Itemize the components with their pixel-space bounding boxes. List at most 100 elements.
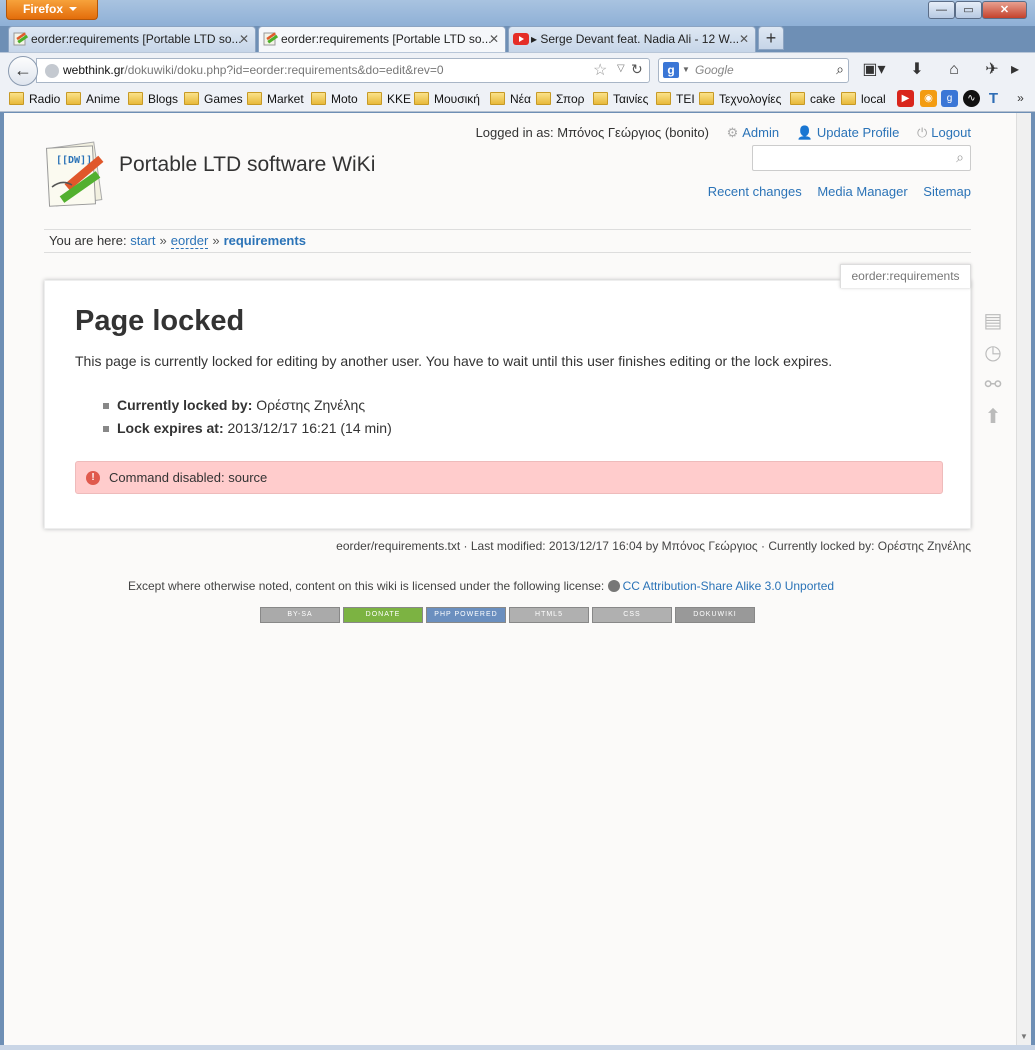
tab-title: ▸ Serge Devant feat. Nadia Ali - 12 W... xyxy=(531,32,740,46)
search-bar[interactable]: g ▼ Google ⌕ xyxy=(658,58,849,83)
backlinks-icon[interactable]: ⚯ xyxy=(982,373,1004,397)
bookmark-moto[interactable]: Moto xyxy=(311,90,358,108)
folder-icon xyxy=(66,92,81,105)
tab-eorder-requirements-1[interactable]: eorder:requirements [Portable LTD so... … xyxy=(8,26,256,52)
bookmark-tainies[interactable]: Ταινίες xyxy=(593,90,648,108)
media-manager-link[interactable]: Media Manager xyxy=(817,184,907,199)
dokuwiki-logo[interactable]: [[DW]] xyxy=(42,139,114,209)
breadcrumb-current[interactable]: requirements xyxy=(224,233,306,248)
bookmark-local[interactable]: local xyxy=(841,90,886,108)
bookmark-tei[interactable]: TEI xyxy=(656,90,695,108)
new-tab-button[interactable]: + xyxy=(758,26,784,50)
css-badge[interactable]: CSS xyxy=(592,607,672,623)
dokuwiki-favicon-icon xyxy=(263,32,279,46)
url-text[interactable]: webthink.gr/dokuwiki/doku.php?id=eorder:… xyxy=(63,59,444,82)
bookmark-kke[interactable]: KKE xyxy=(367,90,411,108)
logout-link[interactable]: ⏻ Logout xyxy=(917,125,971,140)
downloads-icon[interactable]: ⬇ xyxy=(905,59,929,81)
recent-changes-link[interactable]: Recent changes xyxy=(708,184,802,199)
search-engine-dropdown-icon[interactable]: ▼ xyxy=(682,65,690,74)
tab-close-icon[interactable]: ✕ xyxy=(239,27,249,51)
tab-title: eorder:requirements [Portable LTD so... xyxy=(31,32,241,46)
url-bar[interactable]: webthink.gr/dokuwiki/doku.php?id=eorder:… xyxy=(36,58,650,83)
search-icon[interactable]: ⌕ xyxy=(836,61,844,78)
bookmark-anime[interactable]: Anime xyxy=(66,90,120,108)
folder-icon xyxy=(414,92,429,105)
license-link[interactable]: CC Attribution-Share Alike 3.0 Unported xyxy=(607,579,834,593)
bookmark-games[interactable]: Games xyxy=(184,90,243,108)
gear-icon: ⚙ xyxy=(726,125,739,140)
home-icon[interactable]: ⌂ xyxy=(942,59,966,81)
dokuwiki-badge[interactable]: DOKUWIKI xyxy=(675,607,755,623)
close-window-button[interactable]: ✕ xyxy=(982,1,1027,19)
show-page-icon[interactable]: ▤ xyxy=(982,309,1004,333)
youtube-bookmark-icon[interactable]: ▶ xyxy=(897,90,914,107)
folder-icon xyxy=(841,92,856,105)
lock-expires-value: 2013/12/17 16:21 (14 min) xyxy=(227,420,392,436)
wiki-search-input[interactable]: ⌕ xyxy=(752,145,971,171)
maximize-button[interactable]: ▭ xyxy=(955,1,982,19)
bookmarks-menu-icon[interactable]: ▣▾ xyxy=(862,59,886,81)
tab-youtube[interactable]: ▸ Serge Devant feat. Nadia Ali - 12 W...… xyxy=(508,26,756,52)
back-button[interactable]: ← xyxy=(8,56,38,86)
bookmarks-overflow-icon[interactable]: » xyxy=(1012,90,1029,107)
tab-eorder-requirements-2[interactable]: eorder:requirements [Portable LTD so... … xyxy=(258,26,506,53)
tab-close-icon[interactable]: ✕ xyxy=(739,27,749,51)
user-tools: Logged in as: Μπόνος Γεώργιος (bonito) ⚙… xyxy=(476,125,971,141)
sitemap-link[interactable]: Sitemap xyxy=(923,184,971,199)
rss-bookmark-icon[interactable]: ◉ xyxy=(920,90,937,107)
url-history-dropdown-icon[interactable]: ▽ xyxy=(617,63,625,74)
breadcrumb-eorder[interactable]: eorder xyxy=(170,233,209,249)
bookmark-market[interactable]: Market xyxy=(247,90,304,108)
update-profile-link[interactable]: 👤 Update Profile xyxy=(797,125,900,140)
scroll-down-icon[interactable]: ▼ xyxy=(1020,1032,1028,1041)
folder-icon xyxy=(128,92,143,105)
bookmark-cake[interactable]: cake xyxy=(790,90,835,108)
vertical-scrollbar[interactable]: ▼ xyxy=(1016,113,1031,1045)
globe-icon xyxy=(45,64,59,78)
youtube-icon xyxy=(513,33,529,45)
logo-text: [[DW]] xyxy=(56,155,92,166)
bookmark-blogs[interactable]: Blogs xyxy=(128,90,178,108)
minimize-button[interactable]: — xyxy=(928,1,955,19)
folder-icon xyxy=(656,92,671,105)
bookmark-spor[interactable]: Σπορ xyxy=(536,90,584,108)
list-item: Lock expires at: 2013/12/17 16:21 (14 mi… xyxy=(103,418,392,441)
admin-link[interactable]: ⚙ Admin xyxy=(727,125,780,140)
bookmark-star-icon[interactable]: ☆ xyxy=(593,60,607,80)
bookmark-mousiki[interactable]: Μουσική xyxy=(414,90,480,108)
tab-strip: eorder:requirements [Portable LTD so... … xyxy=(0,24,1035,53)
page-title: Page locked xyxy=(75,305,245,337)
cc-icon xyxy=(607,580,620,592)
bookmarks-toolbar: Radio Anime Blogs Games Market Moto KKE … xyxy=(0,86,1035,112)
donate-badge[interactable]: DONATE xyxy=(343,607,423,623)
folder-icon xyxy=(790,92,805,105)
php-powered-badge[interactable]: PHP POWERED xyxy=(426,607,506,623)
folder-icon xyxy=(9,92,24,105)
google-icon[interactable]: g xyxy=(663,62,679,78)
reload-icon[interactable]: ↻ xyxy=(631,61,643,78)
tab-close-icon[interactable]: ✕ xyxy=(489,27,499,51)
bookmark-technologies[interactable]: Τεχνολογίες xyxy=(699,90,781,108)
google-bookmark-icon[interactable]: g xyxy=(941,90,958,107)
site-title[interactable]: Portable LTD software WiKi xyxy=(119,153,375,177)
lock-expires-label: Lock expires at: xyxy=(117,420,224,436)
navigation-toolbar: webthink.gr/dokuwiki/doku.php?id=eorder:… xyxy=(0,52,1035,86)
folder-icon xyxy=(311,92,326,105)
search-icon[interactable]: ⌕ xyxy=(956,149,964,166)
cc-by-sa-badge[interactable]: BY-SA xyxy=(260,607,340,623)
audio-bookmark-icon[interactable]: ∿ xyxy=(963,90,980,107)
old-revisions-icon[interactable]: ◷ xyxy=(982,341,1004,365)
breadcrumb-start[interactable]: start xyxy=(130,233,155,248)
toolbar-overflow-icon[interactable]: ▸ xyxy=(1008,59,1022,81)
search-placeholder: Google xyxy=(695,63,734,77)
user-icon: 👤 xyxy=(796,125,813,140)
back-to-top-icon[interactable]: ⬆ xyxy=(982,405,1004,429)
firefox-menu-button[interactable]: Firefox xyxy=(6,0,98,20)
html5-badge[interactable]: HTML5 xyxy=(509,607,589,623)
addon-icon[interactable]: ✈ xyxy=(980,59,1004,81)
bookmark-nea[interactable]: Νέα xyxy=(490,90,531,108)
bookmark-radio[interactable]: Radio xyxy=(9,90,60,108)
text-tool-bookmark-icon[interactable]: T xyxy=(985,90,1002,107)
error-text: Command disabled: source xyxy=(109,470,268,485)
